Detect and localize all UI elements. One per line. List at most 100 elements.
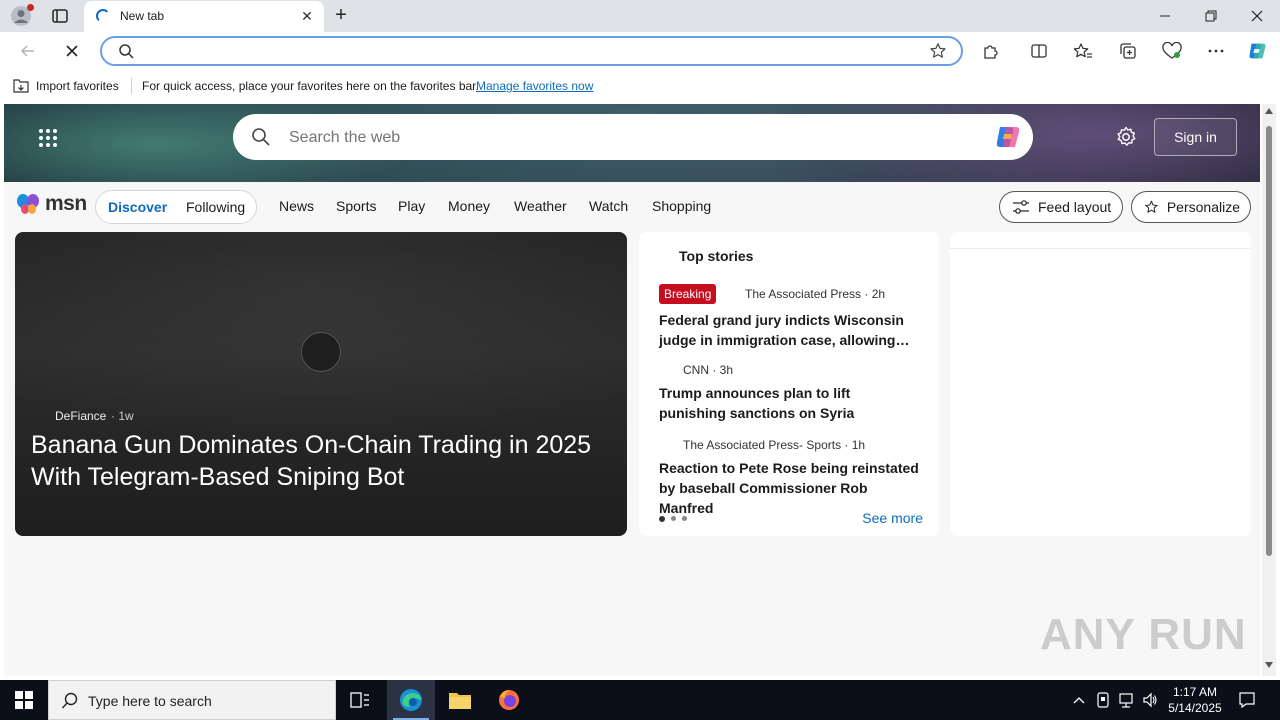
favorite-star-icon[interactable] <box>929 42 947 60</box>
browser-essentials-button[interactable] <box>1161 40 1183 62</box>
nav-money[interactable]: Money <box>448 198 490 214</box>
web-search-box[interactable] <box>233 114 1033 160</box>
copilot-icon <box>1249 43 1266 59</box>
browser-toolbar <box>0 32 1280 70</box>
carousel-dot[interactable] <box>682 516 687 521</box>
see-more-link[interactable]: See more <box>862 510 923 526</box>
top-stories-title[interactable]: Top stories <box>679 248 753 264</box>
folder-icon <box>449 693 471 709</box>
collections-button[interactable] <box>1117 40 1139 62</box>
carousel-dot[interactable] <box>671 516 676 521</box>
chevron-up-icon <box>1073 697 1085 704</box>
clock-time: 1:17 AM <box>1172 685 1218 699</box>
windows-logo-icon <box>15 691 33 709</box>
more-dots-icon <box>1208 49 1224 53</box>
restore-button[interactable] <box>1188 0 1234 32</box>
device-icon <box>1097 692 1109 708</box>
hero-article-card[interactable]: DeFiance · 1w Banana Gun Dominates On-Ch… <box>15 232 627 536</box>
tray-overflow-button[interactable] <box>1070 691 1088 709</box>
page-scrollbar[interactable] <box>1262 104 1276 676</box>
import-favorites-button[interactable]: Import favorites <box>12 78 119 94</box>
taskbar-search-box[interactable]: Type here to search <box>48 680 336 720</box>
side-card-placeholder <box>950 232 1251 536</box>
tab-new-tab[interactable]: New tab ✕ <box>84 1 324 32</box>
nav-news[interactable]: News <box>279 198 314 214</box>
new-tab-button[interactable]: + <box>330 4 352 26</box>
carousel-dots[interactable] <box>659 516 687 522</box>
back-button[interactable] <box>16 39 40 63</box>
scroll-down-icon[interactable] <box>1265 662 1273 668</box>
msn-hero-banner: Sign in <box>4 104 1260 182</box>
restore-icon <box>1205 10 1217 22</box>
feed-layout-label: Feed layout <box>1038 199 1112 215</box>
nav-weather[interactable]: Weather <box>514 198 567 214</box>
taskbar-edge[interactable] <box>387 680 435 720</box>
copilot-button[interactable] <box>1246 40 1268 62</box>
msn-logo[interactable]: msn <box>16 192 87 216</box>
collections-icon <box>1120 43 1136 59</box>
nav-shopping[interactable]: Shopping <box>652 198 711 214</box>
tab-discover[interactable]: Discover <box>108 199 167 215</box>
scroll-up-icon[interactable] <box>1265 108 1273 114</box>
extensions-button[interactable] <box>980 40 1002 62</box>
address-bar[interactable] <box>100 36 963 66</box>
split-screen-button[interactable] <box>1028 40 1050 62</box>
personalize-label: Personalize <box>1166 199 1240 215</box>
nav-play[interactable]: Play <box>398 198 425 214</box>
hero-headline[interactable]: Banana Gun Dominates On-Chain Trading in… <box>31 429 611 493</box>
copilot-icon[interactable] <box>993 122 1023 152</box>
msn-page: Sign in msn Discover Following News Spor… <box>4 104 1260 676</box>
star-pencil-icon <box>1145 200 1158 213</box>
favorites-bar: Import favorites For quick access, place… <box>0 70 1280 102</box>
story-headline[interactable]: Federal grand jury indicts Wisconsin jud… <box>659 310 921 350</box>
tray-network-button[interactable] <box>1117 691 1135 709</box>
web-search-input[interactable] <box>289 128 969 148</box>
story-headline[interactable]: Reaction to Pete Rose being reinstated b… <box>659 458 921 518</box>
scroll-thumb[interactable] <box>1266 126 1272 556</box>
settings-button[interactable] <box>1115 126 1137 148</box>
address-input[interactable] <box>142 42 902 60</box>
task-view-icon <box>350 692 369 708</box>
firefox-icon <box>499 690 519 710</box>
taskbar-clock[interactable]: 1:17 AM 5/14/2025 <box>1160 684 1230 716</box>
chat-bubble-icon <box>1239 692 1255 709</box>
hero-source: DeFiance <box>55 409 107 423</box>
hero-age: · 1w <box>111 409 134 423</box>
task-view-button[interactable] <box>336 680 384 720</box>
personalize-button[interactable]: Personalize <box>1131 191 1251 223</box>
minimize-button[interactable] <box>1142 0 1188 32</box>
msn-nav-bar: msn Discover Following News Sports Play … <box>4 182 1260 232</box>
story-meta: CNN · 3h <box>683 363 734 377</box>
close-tab-icon[interactable]: ✕ <box>298 7 316 25</box>
story-meta: The Associated Press · 2h <box>745 287 886 301</box>
apps-launcher-button[interactable] <box>38 128 58 148</box>
story-headline[interactable]: Trump announces plan to lift punishing s… <box>659 383 921 423</box>
notifications-button[interactable] <box>1238 691 1256 709</box>
nav-watch[interactable]: Watch <box>589 198 628 214</box>
stop-loading-button[interactable] <box>60 39 84 63</box>
feed-layout-button[interactable]: Feed layout <box>999 191 1123 223</box>
start-button[interactable] <box>0 680 48 720</box>
favorites-icon <box>1073 43 1092 58</box>
manage-favorites-link[interactable]: Manage favorites now <box>476 79 593 93</box>
taskbar-firefox[interactable] <box>485 680 533 720</box>
favorites-button[interactable] <box>1072 40 1094 62</box>
tab-actions-button[interactable] <box>50 6 70 26</box>
carousel-dot[interactable] <box>659 516 665 522</box>
hero-image-loading-icon <box>301 332 341 372</box>
close-icon <box>66 45 78 57</box>
close-window-button[interactable] <box>1234 0 1280 32</box>
tray-volume-button[interactable] <box>1141 691 1159 709</box>
profile-button[interactable] <box>10 4 34 27</box>
tray-device-button[interactable] <box>1094 691 1112 709</box>
puzzle-icon <box>984 45 998 59</box>
msn-logo-text: msn <box>45 192 87 215</box>
more-options-button[interactable] <box>1205 40 1227 62</box>
tab-following[interactable]: Following <box>186 199 245 215</box>
hero-age-value: 1w <box>118 409 134 423</box>
story-meta: The Associated Press- Sports · 1h <box>683 438 866 452</box>
top-stories-card: Top stories Breaking The Associated Pres… <box>639 232 939 536</box>
nav-sports[interactable]: Sports <box>336 198 376 214</box>
taskbar-file-explorer[interactable] <box>436 680 484 720</box>
sign-in-button[interactable]: Sign in <box>1154 118 1237 156</box>
